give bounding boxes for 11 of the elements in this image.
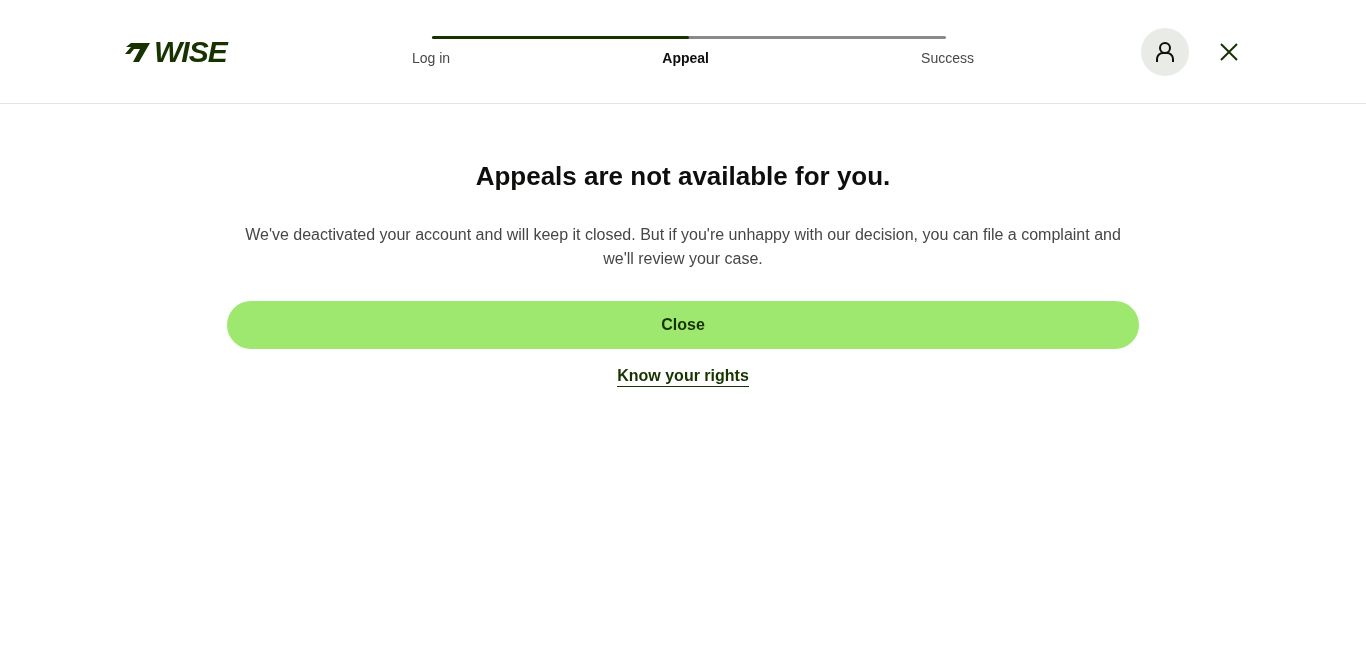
rights-link[interactable]: Know your rights [617, 367, 749, 387]
step-label: Success [921, 49, 974, 66]
step-label: Appeal [662, 49, 709, 66]
message-text: We've deactivated your account and will keep it closed. But if you're unhappy with our decision, you can file a complaint and we'll review your case. [244, 225, 1122, 269]
profile-button[interactable] [1141, 27, 1189, 76]
logo-text: WISE [154, 34, 227, 69]
step-label: Log in [412, 49, 451, 66]
page-title: Appeals are not available for you. [475, 160, 891, 193]
close-action-button[interactable]: Close [227, 301, 1139, 349]
person-icon [1155, 40, 1175, 63]
flag-logo-icon [125, 40, 151, 63]
